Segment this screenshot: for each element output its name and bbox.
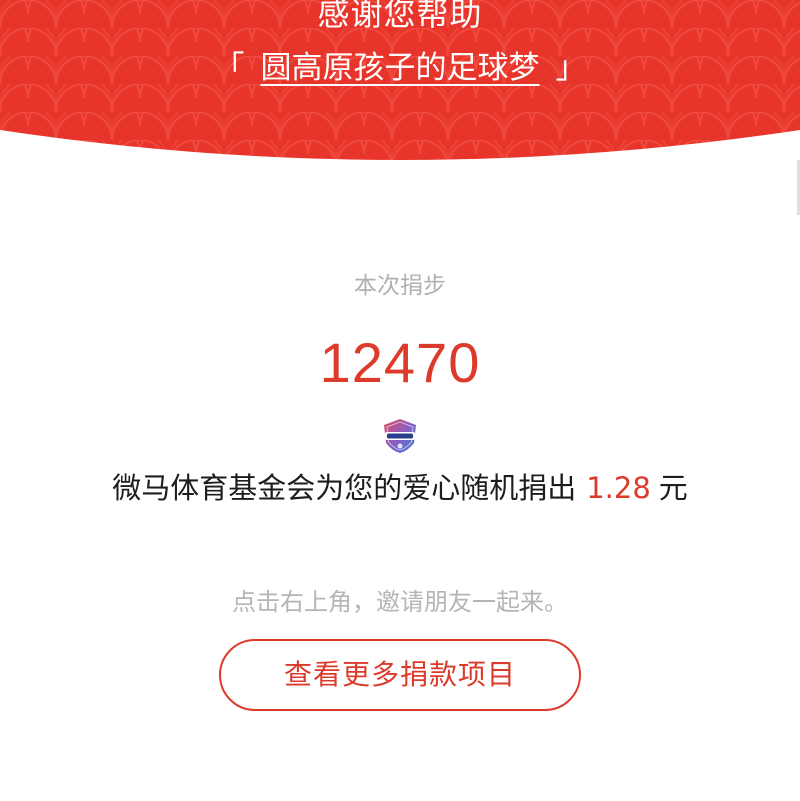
project-title-line: 「圆高原孩子的足球梦」 [0,46,800,90]
donation-text: 微马体育基金会为您的爱心随机捐出 [112,471,577,505]
share-hint: 点击右上角，邀请朋友一起来。 [232,588,568,616]
project-name-link[interactable]: 圆高原孩子的足球梦 [261,46,540,90]
more-projects-button[interactable]: 查看更多捐款项目 [219,639,581,711]
donation-result-page: 感谢您帮助 「圆高原孩子的足球梦」 本次捐步 12470 微马体育基金会为您的爱… [0,0,800,801]
header-banner: 感谢您帮助 「圆高原孩子的足球梦」 [0,0,800,215]
open-bracket: 「 [213,50,245,86]
foundation-badge-icon [384,419,416,453]
close-bracket: 」 [555,50,587,86]
thanks-title: 感谢您帮助 [317,0,483,33]
donation-unit: 元 [658,471,688,505]
step-count-label: 本次捐步 [354,273,446,299]
donation-amount: 1.28 [586,471,651,505]
step-count-value: 12470 [319,331,481,394]
donation-sentence: 微马体育基金会为您的爱心随机捐出 1.28 元 [0,468,800,508]
